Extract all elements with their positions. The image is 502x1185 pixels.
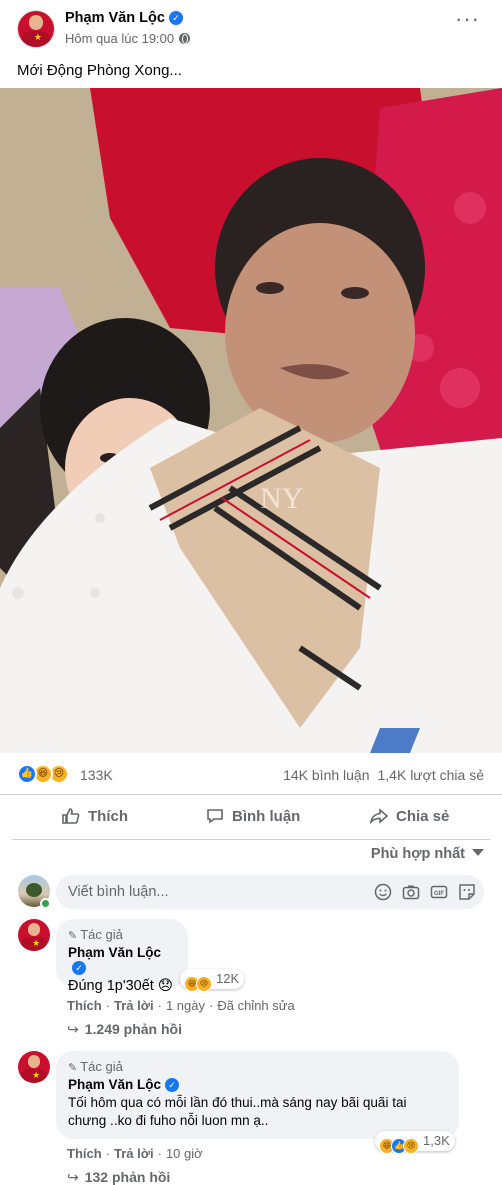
comment-button[interactable]: Bình luận (206, 796, 300, 838)
comment-reply-button[interactable]: Trả lời (114, 1146, 154, 1161)
comment-time[interactable]: 1 ngày (166, 998, 205, 1013)
comment-bubble: ✎ Tác giả Phạm Văn Lộc ✓ Tối hôm qua có mỗ… (56, 1051, 459, 1139)
emoji-icon[interactable] (374, 883, 392, 901)
verified-badge-icon: ✓ (165, 1078, 180, 1092)
globe-icon (179, 33, 191, 44)
post-stats: 14K bình luận 1,4K lượt chia sẻ (283, 767, 484, 783)
commenter-avatar[interactable]: ★ (18, 1051, 50, 1083)
comment-bubble: ✎ Tác giả Phạm Văn Lộc✓ Đúng 1p'30ết 😞 (56, 919, 188, 994)
post-caption: Mới Động Phòng Xong... (17, 62, 182, 79)
camera-icon[interactable] (402, 883, 420, 901)
verified-badge-icon: ✓ (72, 961, 86, 975)
view-replies-button[interactable]: ↪ 1.249 phản hồi (67, 1021, 182, 1038)
like-icon: 👍 (17, 764, 37, 784)
comment-meta: Thích · Trả lời · 1 ngày · Đã chỉnh sửa (67, 998, 295, 1013)
author-name[interactable]: Phạm Văn Lộc ✓ (65, 10, 183, 26)
comment-reactions[interactable]: 😆 😢 12K (180, 969, 245, 992)
post-timestamp[interactable]: Hôm qua lúc 19:00 (65, 31, 191, 46)
svg-text:NY: NY (260, 482, 303, 515)
pencil-icon: ✎ (68, 1062, 78, 1074)
sad-icon: 😢 (196, 976, 212, 992)
share-count[interactable]: 1,4K lượt chia sẻ (378, 767, 485, 783)
reply-arrow-icon: ↪ (67, 1169, 79, 1185)
like-button[interactable]: Thích (62, 796, 128, 838)
more-options-icon[interactable]: ··· (455, 8, 480, 30)
svg-text:GIF: GIF (434, 891, 444, 897)
comment-author[interactable]: Phạm Văn Lộc✓ (68, 945, 176, 975)
view-replies-button[interactable]: ↪ 132 phản hồi (67, 1169, 170, 1185)
comment-edited: Đã chỉnh sửa (217, 998, 295, 1013)
post-photo[interactable]: NY (0, 88, 502, 753)
share-button[interactable]: Chia sẻ (370, 796, 449, 838)
comment-text: Tối hôm qua có mỗi lần đó thui..mà sáng … (68, 1095, 407, 1128)
sad-icon: 😢 (403, 1138, 419, 1154)
comment-composer: GIF (0, 872, 502, 912)
comment-box: GIF (56, 875, 484, 909)
post-header: ★ Phạm Văn Lộc ✓ Hôm qua lúc 19:00 ··· (0, 0, 502, 60)
comment: ★ ✎ Tác giả Phạm Văn Lộc✓ Đúng 1p'30ết 😞 … (0, 919, 502, 1044)
online-status-icon (40, 898, 51, 909)
gif-icon[interactable]: GIF (430, 883, 448, 901)
reactions-summary: 👍 😆 😢 133K 14K bình luận 1,4K lượt chia s… (0, 755, 502, 795)
comment-like-button[interactable]: Thích (67, 998, 102, 1013)
comment-meta: Thích · Trả lời · 10 giờ (67, 1146, 203, 1161)
reply-arrow-icon: ↪ (67, 1021, 79, 1037)
comment-like-button[interactable]: Thích (67, 1146, 102, 1161)
share-icon (370, 808, 388, 824)
author-badge: ✎ Tác giả (68, 1059, 123, 1074)
thumbs-up-icon (62, 808, 80, 824)
sticker-icon[interactable] (458, 883, 476, 901)
reaction-count[interactable]: 133K (80, 767, 113, 783)
comment: ★ ✎ Tác giả Phạm Văn Lộc ✓ Tối hôm qua có … (0, 1051, 502, 1185)
comment-text: Đúng 1p'30ết 😞 (68, 978, 173, 994)
comment-count[interactable]: 14K bình luận (283, 767, 369, 783)
post-actions: Thích Bình luận Chia sẻ (12, 796, 490, 840)
comment-time[interactable]: 10 giờ (166, 1146, 203, 1161)
comment-author[interactable]: Phạm Văn Lộc✓ (68, 1077, 447, 1092)
comment-input[interactable] (56, 875, 356, 909)
comment-reactions[interactable]: 😆 👍 😢 1,3K (375, 1131, 455, 1154)
verified-badge-icon: ✓ (168, 11, 183, 25)
comment-reply-button[interactable]: Trả lời (114, 998, 154, 1013)
pencil-icon: ✎ (68, 930, 78, 942)
comment-sort-dropdown[interactable]: Phù hợp nhất (371, 846, 484, 862)
author-badge: ✎ Tác giả (68, 927, 123, 942)
commenter-avatar[interactable]: ★ (18, 919, 50, 951)
comment-icon (207, 809, 223, 824)
chevron-down-icon (472, 849, 484, 856)
author-avatar[interactable]: ★ (17, 10, 55, 48)
